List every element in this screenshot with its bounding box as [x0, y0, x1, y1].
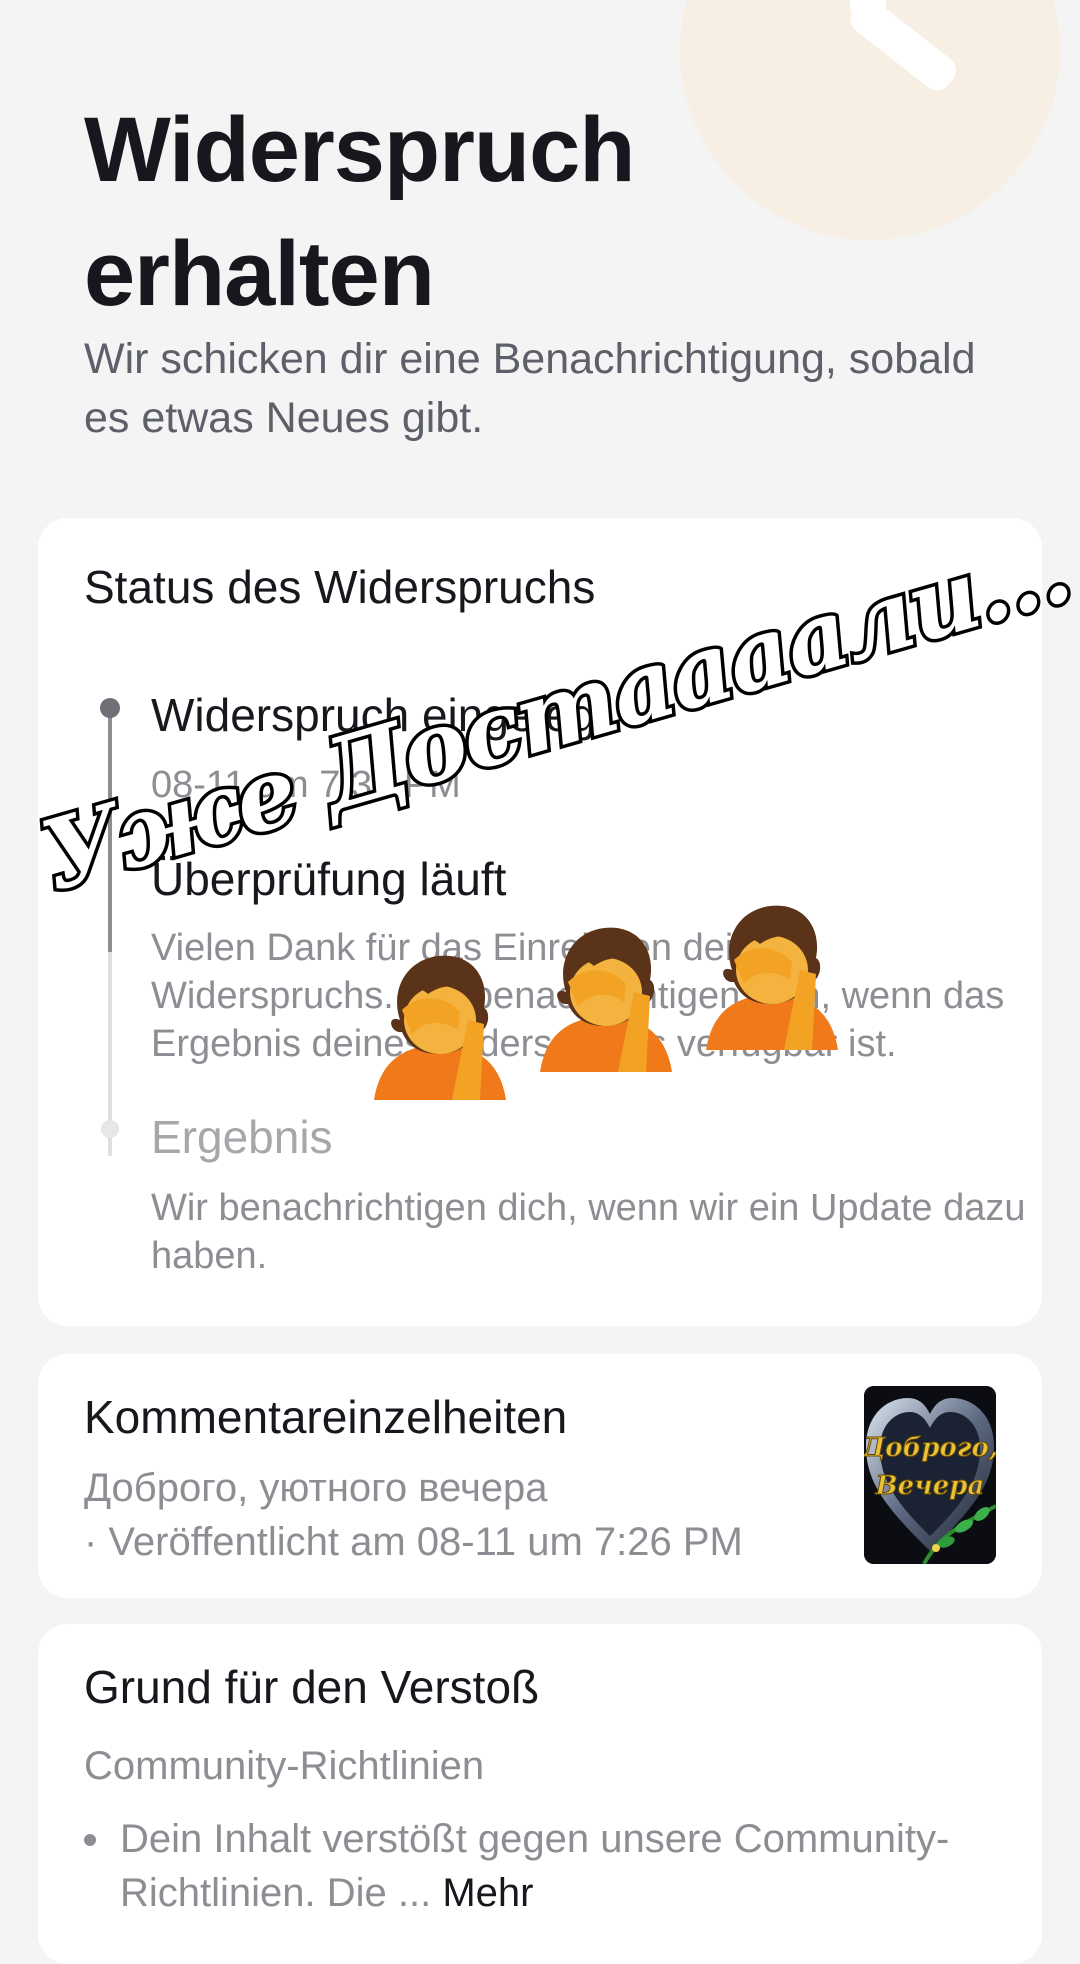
reason-card-title: Grund für den Verstoß	[84, 1661, 540, 1713]
step-result-title: Ergebnis	[151, 1111, 333, 1163]
comment-card-title: Kommentareinzelheiten	[84, 1391, 568, 1443]
violation-reason-card: Grund für den Verstoß Community-Richtlin…	[38, 1624, 1042, 1964]
comment-thumbnail-image[interactable]: Доброго, Вечера	[864, 1386, 996, 1564]
comment-text: Доброго, уютного вечера	[84, 1466, 548, 1510]
page-subtitle: Wir schicken dir eine Benachrichtigung, …	[84, 335, 976, 442]
facepalm-emoji-icon	[706, 905, 838, 1050]
more-link[interactable]: Mehr	[442, 1871, 533, 1915]
timeline-dot-submitted	[100, 698, 120, 718]
reason-description: Dein Inhalt verstößt gegen unsere Commun…	[120, 1812, 1000, 1920]
svg-text:Доброго,: Доброго,	[864, 1433, 996, 1463]
timeline-dot-result	[101, 1120, 119, 1138]
facepalm-emoji-icon	[374, 955, 506, 1100]
reason-text: Dein Inhalt verstößt gegen unsere Commun…	[120, 1817, 950, 1915]
page-title: Widerspruch erhalten	[84, 99, 635, 325]
svg-text:Вечера: Вечера	[875, 1471, 985, 1501]
comment-details-card[interactable]: Kommentareinzelheiten Доброго, уютного в…	[38, 1354, 1042, 1598]
step-result-description: Wir benachrichtigen dich, wenn wir ein U…	[151, 1187, 1026, 1277]
bullet-icon	[84, 1834, 96, 1846]
facepalm-emoji-icon	[540, 927, 672, 1072]
status-card-title: Status des Widerspruchs	[84, 561, 596, 613]
reason-category: Community-Richtlinien	[84, 1744, 485, 1788]
comment-published-date: · Veröffentlicht am 08-11 um 7:26 PM	[84, 1520, 743, 1564]
